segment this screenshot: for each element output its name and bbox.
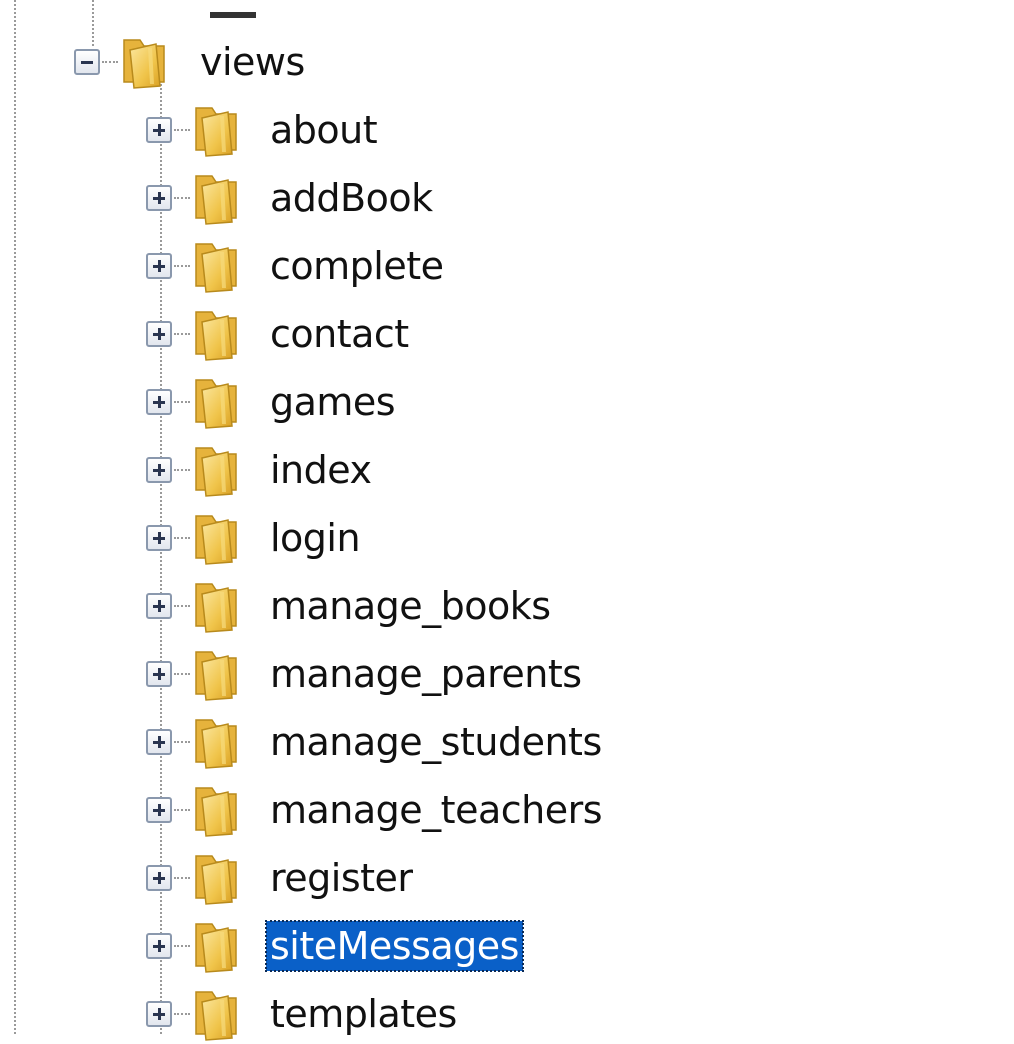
tree-node-manage-students[interactable]: manage_students [146,712,606,772]
expand-toggle-icon[interactable] [146,661,172,687]
tree-connector [174,537,190,539]
folder-icon [192,578,242,634]
tree-node-sitemessages[interactable]: siteMessages [146,916,524,976]
folder-icon [192,170,242,226]
tree-connector [174,333,190,335]
expand-toggle-icon[interactable] [146,933,172,959]
folder-icon [192,374,242,430]
tree-node-index[interactable]: index [146,440,375,500]
tree-connector [174,129,190,131]
tree-node-addbook[interactable]: addBook [146,168,437,228]
tree-node-label[interactable]: contact [266,309,413,359]
folder-tree: views about addBook complete contact games in… [0,0,1014,1041]
tree-connector [174,605,190,607]
tree-node-complete[interactable]: complete [146,236,448,296]
folder-icon [192,782,242,838]
tree-node-label[interactable]: manage_parents [266,649,586,699]
expand-toggle-icon[interactable] [146,457,172,483]
tree-node-label[interactable]: siteMessages [265,920,524,972]
tree-node-label[interactable]: complete [266,241,448,291]
tree-node-views[interactable]: views [74,32,309,92]
expand-toggle-icon[interactable] [146,117,172,143]
folder-icon [192,238,242,294]
tree-node-label[interactable]: addBook [266,173,437,223]
tree-node-label[interactable]: games [266,377,399,427]
folder-icon [192,306,242,362]
tree-node-label[interactable]: register [266,853,417,903]
expand-toggle-icon[interactable] [146,321,172,347]
tree-node-manage-books[interactable]: manage_books [146,576,555,636]
tree-connector [174,265,190,267]
tree-connector [174,469,190,471]
expand-toggle-icon[interactable] [146,593,172,619]
tree-connector [174,809,190,811]
tree-connector [102,61,118,63]
expand-toggle-icon[interactable] [146,253,172,279]
tree-connector [174,741,190,743]
tree-connector [174,1013,190,1015]
expand-toggle-icon[interactable] [146,1001,172,1027]
tree-node-label[interactable]: manage_teachers [266,785,606,835]
expand-toggle-icon[interactable] [146,389,172,415]
tree-node-label[interactable]: manage_books [266,581,555,631]
folder-icon [192,102,242,158]
expand-toggle-icon[interactable] [146,797,172,823]
tree-node-games[interactable]: games [146,372,399,432]
folder-icon [192,850,242,906]
tree-node-label[interactable]: manage_students [266,717,606,767]
tree-connector [174,673,190,675]
tree-node-about[interactable]: about [146,100,381,160]
tree-node-label[interactable]: views [196,37,309,87]
folder-icon [192,918,242,974]
tree-node-label[interactable]: index [266,445,375,495]
folder-icon [120,34,170,90]
tree-node-label[interactable]: about [266,105,381,155]
folder-icon [192,442,242,498]
folder-icon [192,714,242,770]
tree-node-login[interactable]: login [146,508,364,568]
tree-node-templates[interactable]: templates [146,984,461,1044]
partial-row-above [210,12,256,18]
tree-node-contact[interactable]: contact [146,304,413,364]
tree-node-label[interactable]: templates [266,989,461,1039]
expand-toggle-icon[interactable] [146,865,172,891]
folder-icon [192,646,242,702]
expand-toggle-icon[interactable] [146,525,172,551]
tree-guide-line [14,0,16,1034]
tree-node-register[interactable]: register [146,848,417,908]
collapse-toggle-icon[interactable] [74,49,100,75]
tree-connector [174,945,190,947]
folder-icon [192,510,242,566]
tree-node-label[interactable]: login [266,513,364,563]
expand-toggle-icon[interactable] [146,729,172,755]
tree-node-manage-parents[interactable]: manage_parents [146,644,586,704]
tree-connector [174,197,190,199]
tree-connector [174,401,190,403]
tree-node-manage-teachers[interactable]: manage_teachers [146,780,606,840]
expand-toggle-icon[interactable] [146,185,172,211]
tree-connector [174,877,190,879]
